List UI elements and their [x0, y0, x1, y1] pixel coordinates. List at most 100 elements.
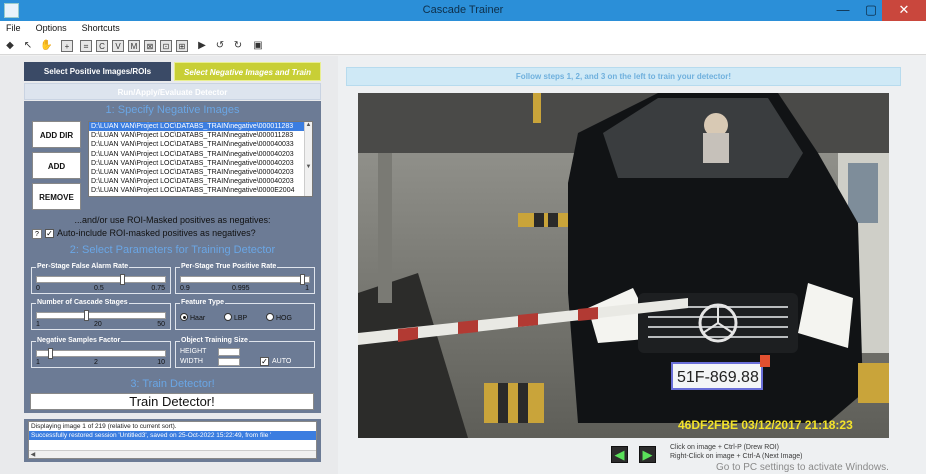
false-alarm-rate-label: Per-Stage False Alarm Rate — [36, 263, 130, 270]
true-positive-rate-group: Per-Stage True Positive Rate 0.9 0.995 1 — [175, 263, 315, 294]
hint-next-image: Right-Click on image + Ctrl-A (Next Imag… — [670, 453, 803, 460]
file-list-item[interactable]: D:\LUAN VAN\Project LOC\DATABS_TRAIN\neg… — [89, 131, 312, 140]
maximize-button[interactable]: ▢ — [857, 0, 885, 21]
right-panel: Follow steps 1, 2, and 3 on the left to … — [338, 56, 926, 474]
negative-samples-thumb[interactable] — [48, 348, 54, 359]
object-training-size-group: Object Training Size HEIGHT WIDTH ✓ AUTO — [175, 337, 315, 368]
log-list[interactable]: Displaying image 1 of 219 (relative to c… — [28, 421, 317, 459]
menu-bar: File Options Shortcuts — [0, 21, 926, 38]
cascade-stages-slider[interactable] — [36, 310, 166, 321]
tab-negative[interactable]: Select Negative Images and Train — [174, 62, 321, 81]
grid-icon[interactable]: ⊞ — [176, 40, 188, 52]
file-list-item[interactable]: D:\LUAN VAN\Project LOC\DATABS_TRAIN\neg… — [89, 177, 312, 186]
add-roi-icon[interactable]: + — [61, 40, 73, 52]
tab-run[interactable]: Run/Apply/Evaluate Detector — [24, 83, 321, 100]
step1-title: 1: Specify Negative Images — [105, 104, 240, 116]
feature-type-group: Feature Type Haar LBP HOG — [175, 299, 315, 330]
tpr-value: 0.995 — [232, 285, 250, 292]
rotate-right-icon[interactable]: ↻ — [232, 40, 244, 52]
far-max: 0.75 — [151, 285, 165, 292]
car-photo: 51F-869.88 46DF2FBE 03/12/2017 21:18:23 — [358, 93, 889, 438]
cursor-icon[interactable]: ◆ — [4, 40, 16, 52]
cascade-stages-label: Number of Cascade Stages — [36, 299, 129, 306]
radio-haar[interactable]: Haar — [180, 313, 205, 322]
train-detector-button[interactable]: Train Detector! — [30, 393, 314, 410]
auto-size-label: AUTO — [272, 358, 292, 365]
true-positive-rate-slider[interactable] — [180, 274, 310, 285]
file-list-item[interactable]: D:\LUAN VAN\Project LOC\DATABS_TRAIN\neg… — [89, 122, 312, 132]
nsf-max: 10 — [157, 359, 165, 366]
file-list-item[interactable]: D:\LUAN VAN\Project LOC\DATABS_TRAIN\neg… — [89, 159, 312, 168]
arrow-right-icon[interactable]: ▶ — [196, 40, 208, 52]
stages-value: 20 — [94, 321, 102, 328]
remove-button[interactable]: REMOVE — [32, 183, 81, 210]
image-display[interactable]: 51F-869.88 46DF2FBE 03/12/2017 21:18:23 — [358, 93, 889, 438]
width-input[interactable] — [218, 358, 240, 366]
multi-select-icon[interactable]: M — [128, 40, 140, 52]
nsf-value: 2 — [94, 359, 98, 366]
radio-hog[interactable]: HOG — [266, 313, 292, 322]
file-list-item[interactable]: D:\LUAN VAN\Project LOC\DATABS_TRAIN\neg… — [89, 140, 312, 149]
file-list-item[interactable]: D:\LUAN VAN\Project LOC\DATABS_TRAIN\neg… — [89, 150, 312, 159]
stages-max: 50 — [157, 321, 165, 328]
close-button[interactable]: ✕ — [882, 0, 926, 21]
menu-file[interactable]: File — [0, 21, 27, 33]
true-positive-rate-label: Per-Stage True Positive Rate — [180, 263, 278, 270]
training-panel: 1: Specify Negative Images ADD DIR ADD R… — [24, 101, 321, 413]
file-list-scrollbar[interactable]: ▲ ▼ — [304, 122, 312, 196]
select-roi-icon[interactable]: ⌗ — [80, 40, 92, 52]
false-alarm-rate-thumb[interactable] — [119, 274, 125, 285]
hint-draw-roi: Click on image + Ctrl-P (Drew ROI) — [670, 444, 779, 451]
far-value: 0.5 — [94, 285, 104, 292]
cascade-stages-group: Number of Cascade Stages 1 20 50 — [31, 299, 171, 330]
cascade-stages-thumb[interactable] — [83, 310, 89, 321]
add-button[interactable]: ADD — [32, 152, 81, 179]
log-line: Displaying image 1 of 219 (relative to c… — [31, 423, 177, 430]
delete-roi-icon[interactable]: ⊡ — [160, 40, 172, 52]
stages-min: 1 — [36, 321, 40, 328]
save-icon[interactable]: ▣ — [252, 40, 264, 52]
auto-size-checkbox[interactable]: ✓ — [260, 357, 269, 366]
height-input[interactable] — [218, 348, 240, 356]
negative-file-list[interactable]: D:\LUAN VAN\Project LOC\DATABS_TRAIN\neg… — [88, 121, 313, 197]
validate-v-icon[interactable]: V — [112, 40, 124, 52]
step2-title: 2: Select Parameters for Training Detect… — [69, 244, 276, 256]
menu-options[interactable]: Options — [30, 21, 73, 33]
negative-samples-slider[interactable] — [36, 348, 166, 359]
radio-lbp[interactable]: LBP — [224, 313, 247, 322]
prev-image-button[interactable]: ◀ — [611, 446, 628, 463]
width-label: WIDTH — [180, 358, 203, 365]
file-list-item[interactable]: D:\LUAN VAN\Project LOC\DATABS_TRAIN\neg… — [89, 186, 312, 195]
false-alarm-rate-group: Per-Stage False Alarm Rate 0 0.5 0.75 — [31, 263, 171, 294]
close-roi-icon[interactable]: ⊠ — [144, 40, 156, 52]
next-image-button[interactable]: ▶ — [639, 446, 656, 463]
object-training-size-label: Object Training Size — [180, 337, 249, 344]
false-alarm-rate-slider[interactable] — [36, 274, 166, 285]
pan-icon[interactable]: ↖ — [22, 40, 34, 52]
log-scrollbar[interactable]: ◀ — [29, 450, 316, 458]
log-panel: Displaying image 1 of 219 (relative to c… — [24, 419, 321, 462]
tpr-max: 1 — [305, 285, 309, 292]
color-c-icon[interactable]: C — [96, 40, 108, 52]
radio-haar-dot[interactable] — [180, 313, 188, 321]
activation-watermark: Go to PC settings to activate Windows. — [716, 462, 889, 473]
tab-positive[interactable]: Select Positive Images/ROIs — [24, 62, 171, 81]
true-positive-rate-thumb[interactable] — [299, 274, 305, 285]
auto-include-checkbox[interactable]: ✓ — [45, 229, 54, 238]
radio-lbp-label: LBP — [234, 315, 248, 322]
radio-haar-label: Haar — [190, 315, 206, 322]
file-list-item[interactable]: D:\LUAN VAN\Project LOC\DATABS_TRAIN\neg… — [89, 168, 312, 177]
nsf-min: 1 — [36, 359, 40, 366]
hand-icon[interactable]: ✋ — [40, 40, 52, 52]
plate-text: 51F-869.88 — [677, 369, 759, 386]
minimize-button[interactable]: — — [829, 0, 857, 21]
add-dir-button[interactable]: ADD DIR — [32, 121, 81, 148]
radio-lbp-dot[interactable] — [224, 313, 232, 321]
menu-shortcuts[interactable]: Shortcuts — [76, 21, 126, 33]
radio-hog-dot[interactable] — [266, 313, 274, 321]
help-button[interactable]: ? — [32, 229, 42, 239]
rotate-left-icon[interactable]: ↺ — [214, 40, 226, 52]
step3-title: 3: Train Detector! — [130, 378, 215, 390]
feature-type-label: Feature Type — [180, 299, 226, 306]
window-title: Cascade Trainer — [422, 4, 504, 16]
